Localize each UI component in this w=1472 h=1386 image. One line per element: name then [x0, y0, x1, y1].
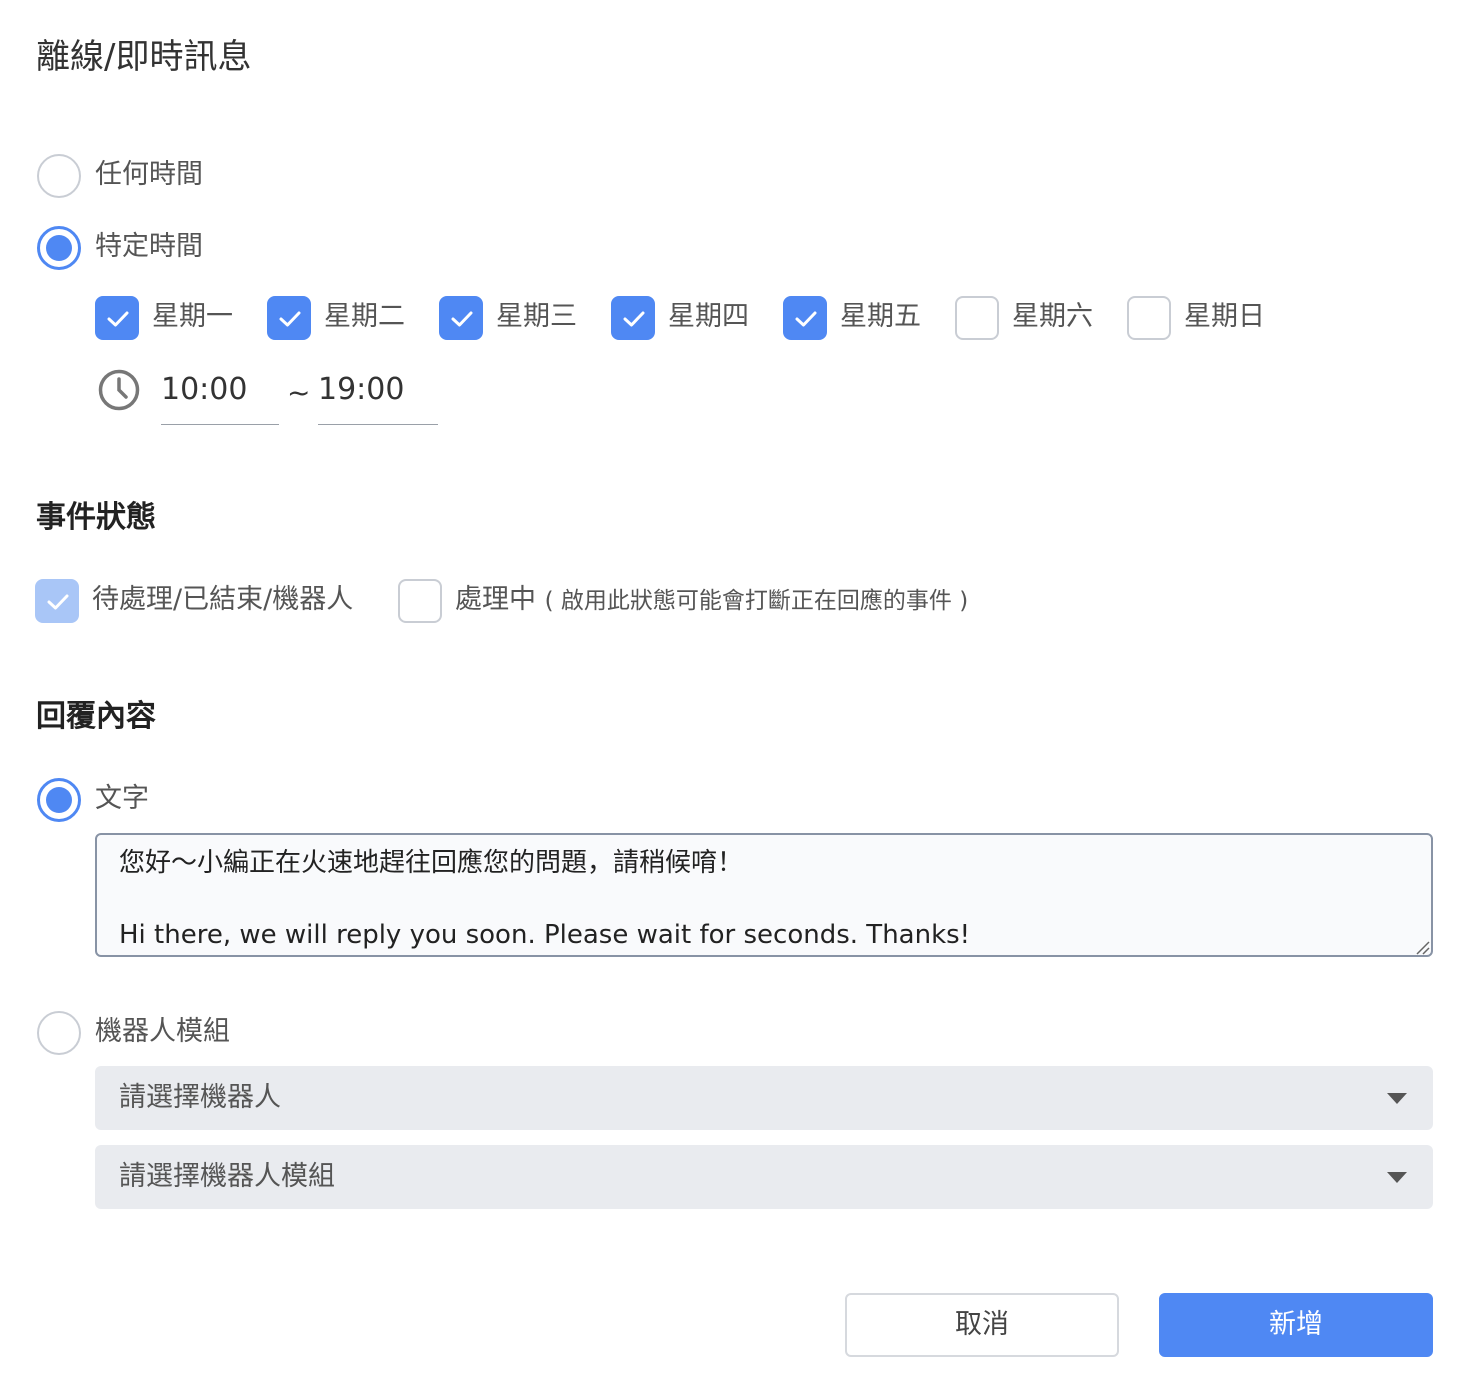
reply-text-area[interactable]: 您好～小編正在火速地趕往回應您的問題，請稍候唷！ Hi there, we wi…: [95, 833, 1433, 957]
time-separator: ~: [287, 376, 311, 409]
weekday-label: 星期六: [1012, 301, 1093, 332]
bot-module-select-placeholder: 請選擇機器人模組: [119, 1161, 335, 1192]
check-icon: [47, 594, 69, 610]
bot-select[interactable]: 請選擇機器人: [95, 1066, 1433, 1130]
weekday-label: 星期三: [496, 301, 577, 332]
bot-module-label: 機器人模組: [95, 1016, 230, 1047]
check-icon: [623, 311, 645, 327]
weekday-checkbox[interactable]: [95, 296, 139, 340]
specific-time-radio[interactable]: [37, 226, 81, 270]
resize-grip-icon[interactable]: [1414, 939, 1430, 955]
weekday-label: 星期二: [324, 301, 405, 332]
any-time-radio[interactable]: [37, 154, 81, 198]
processing-status-label: 處理中 ( 啟用此狀態可能會打斷正在回應的事件 ): [455, 580, 968, 621]
specific-time-label: 特定時間: [95, 231, 203, 262]
any-time-label: 任何時間: [95, 159, 203, 190]
event-status-title: 事件狀態: [36, 500, 156, 535]
weekday-label: 星期四: [668, 301, 749, 332]
bot-module-select[interactable]: 請選擇機器人模組: [95, 1145, 1433, 1209]
weekday-checkbox[interactable]: [611, 296, 655, 340]
check-icon: [107, 311, 129, 327]
start-time-input[interactable]: 10:00: [161, 370, 279, 425]
pending-status-label: 待處理/已結束/機器人: [92, 584, 354, 615]
pending-status-checkbox: [35, 579, 79, 623]
reply-text-radio[interactable]: [37, 778, 81, 822]
weekday-label: 星期五: [840, 301, 921, 332]
weekday-label: 星期日: [1184, 301, 1265, 332]
reply-text-label: 文字: [95, 783, 149, 814]
weekday-checkbox[interactable]: [1127, 296, 1171, 340]
check-icon: [279, 311, 301, 327]
end-time-input[interactable]: 19:00: [318, 370, 438, 425]
reply-content-title: 回覆內容: [36, 699, 156, 734]
weekday-label: 星期一: [152, 301, 233, 332]
caret-down-icon: [1387, 1172, 1407, 1183]
check-icon: [451, 311, 473, 327]
processing-status-checkbox[interactable]: [398, 579, 442, 623]
weekday-checkbox[interactable]: [439, 296, 483, 340]
weekday-checkbox[interactable]: [955, 296, 999, 340]
page-title: 離線/即時訊息: [36, 37, 252, 77]
processing-hint: ( 啟用此狀態可能會打斷正在回應的事件 ): [544, 588, 969, 614]
weekday-checkbox[interactable]: [267, 296, 311, 340]
cancel-button[interactable]: 取消: [845, 1293, 1119, 1357]
bot-module-radio[interactable]: [37, 1011, 81, 1055]
clock-icon: [97, 368, 141, 416]
weekday-checkbox[interactable]: [783, 296, 827, 340]
processing-label: 處理中: [455, 584, 536, 615]
bot-select-placeholder: 請選擇機器人: [119, 1082, 281, 1113]
add-button[interactable]: 新增: [1159, 1293, 1433, 1357]
caret-down-icon: [1387, 1093, 1407, 1104]
check-icon: [795, 311, 817, 327]
